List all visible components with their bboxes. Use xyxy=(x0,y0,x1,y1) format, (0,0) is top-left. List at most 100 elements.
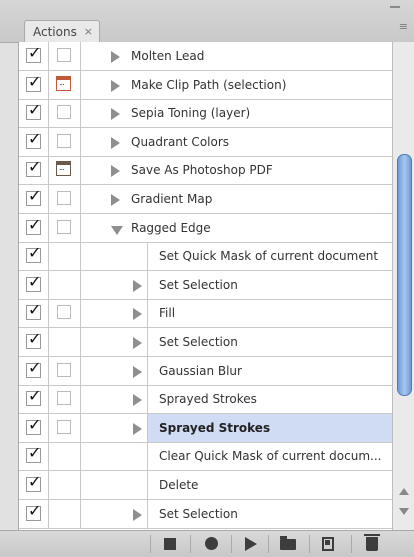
dialog-toggle-cell[interactable] xyxy=(49,413,81,442)
action-row[interactable]: ✓ Quadrant Colors xyxy=(19,127,393,157)
dialog-icon[interactable] xyxy=(56,75,71,91)
dialog-toggle-cell[interactable] xyxy=(49,99,81,128)
toggle-item-cell[interactable]: ✓ xyxy=(19,471,49,499)
toggle-item-cell[interactable]: ✓ xyxy=(19,442,49,471)
action-row[interactable]: ✓ Gaussian Blur xyxy=(19,356,393,386)
dialog-toggle-empty[interactable] xyxy=(57,105,71,120)
expand-triangle-icon[interactable] xyxy=(133,279,142,292)
toggle-checkbox[interactable]: ✓ xyxy=(26,473,41,492)
panel-menu-icon[interactable]: ≡ xyxy=(399,21,408,32)
tab-actions[interactable]: Actions × xyxy=(24,20,100,42)
toggle-checkbox[interactable]: ✓ xyxy=(26,244,41,264)
dialog-toggle-empty[interactable] xyxy=(57,362,71,377)
toggle-item-cell[interactable]: ✓ xyxy=(19,328,49,356)
actions-list[interactable]: ✓Molten Lead✓Make Clip Path (selection)✓… xyxy=(18,42,393,530)
dialog-toggle-empty[interactable] xyxy=(57,48,71,62)
dialog-toggle-empty[interactable] xyxy=(57,219,71,234)
expand-triangle-icon[interactable] xyxy=(111,79,120,92)
expand-triangle-icon[interactable] xyxy=(111,165,120,178)
action-row[interactable]: ✓ Set Selection xyxy=(19,499,393,529)
action-row[interactable]: ✓ Set Selection xyxy=(19,270,393,300)
collapse-triangle-icon[interactable] xyxy=(111,225,123,235)
dialog-toggle-cell[interactable] xyxy=(49,70,81,99)
dialog-toggle-cell[interactable] xyxy=(49,442,81,471)
toggle-item-cell[interactable]: ✓ xyxy=(19,242,49,271)
toggle-checkbox[interactable]: ✓ xyxy=(26,358,41,378)
toggle-checkbox[interactable]: ✓ xyxy=(26,101,41,121)
toggle-checkbox[interactable]: ✓ xyxy=(26,44,41,63)
dialog-toggle-cell[interactable] xyxy=(49,270,81,299)
dialog-toggle-cell[interactable] xyxy=(49,471,81,499)
dialog-toggle-cell[interactable] xyxy=(49,185,81,213)
toggle-item-cell[interactable]: ✓ xyxy=(19,213,49,242)
new-action-icon[interactable] xyxy=(322,537,334,551)
stop-icon[interactable] xyxy=(164,538,176,550)
scroll-up-icon[interactable] xyxy=(399,488,409,495)
dialog-icon[interactable] xyxy=(56,161,71,177)
minimize-icon[interactable] xyxy=(390,6,400,8)
action-row[interactable]: ✓ Set Quick Mask of current document xyxy=(19,242,393,272)
expand-triangle-icon[interactable] xyxy=(111,51,120,63)
scroll-down-icon[interactable] xyxy=(399,508,409,515)
dialog-toggle-empty[interactable] xyxy=(57,133,71,148)
toggle-item-cell[interactable]: ✓ xyxy=(19,185,49,213)
dialog-toggle-cell[interactable] xyxy=(49,127,81,156)
dialog-toggle-cell[interactable] xyxy=(49,328,81,356)
action-row-selected[interactable]: ✓ Sprayed Strokes xyxy=(19,413,393,443)
toggle-item-cell[interactable]: ✓ xyxy=(19,385,49,414)
dialog-toggle-cell[interactable] xyxy=(49,385,81,414)
toggle-item-cell[interactable]: ✓ xyxy=(19,299,49,328)
action-row[interactable]: ✓ Set Selection xyxy=(19,328,393,357)
toggle-checkbox[interactable]: ✓ xyxy=(26,187,41,206)
toggle-item-cell[interactable]: ✓ xyxy=(19,99,49,128)
dialog-toggle-cell[interactable] xyxy=(49,299,81,328)
expand-triangle-icon[interactable] xyxy=(133,394,142,407)
toggle-checkbox[interactable]: ✓ xyxy=(26,387,41,407)
dialog-toggle-empty[interactable] xyxy=(57,191,71,205)
delete-icon[interactable] xyxy=(364,534,380,551)
toggle-checkbox[interactable]: ✓ xyxy=(26,501,41,521)
dialog-toggle-cell[interactable] xyxy=(49,42,81,70)
action-row[interactable]: ✓ Clear Quick Mask of current docum... xyxy=(19,442,393,472)
toggle-checkbox[interactable]: ✓ xyxy=(26,444,41,464)
new-set-icon[interactable] xyxy=(280,536,296,550)
action-row[interactable]: ✓ Save As Photoshop PDF xyxy=(19,156,393,186)
expand-triangle-icon[interactable] xyxy=(111,194,120,206)
dialog-toggle-cell[interactable] xyxy=(49,156,81,185)
play-icon[interactable] xyxy=(245,537,257,551)
toggle-checkbox[interactable]: ✓ xyxy=(26,158,41,178)
expand-triangle-icon[interactable] xyxy=(133,337,142,349)
action-row[interactable]: ✓ Delete xyxy=(19,471,393,500)
expand-triangle-icon[interactable] xyxy=(111,136,120,149)
action-row[interactable]: ✓ Molten Lead xyxy=(19,42,393,71)
dialog-toggle-cell[interactable] xyxy=(49,242,81,271)
scroll-thumb[interactable] xyxy=(397,154,412,396)
expand-triangle-icon[interactable] xyxy=(133,308,142,321)
toggle-item-cell[interactable]: ✓ xyxy=(19,42,49,70)
action-row[interactable]: ✓ Fill xyxy=(19,299,393,329)
dialog-toggle-cell[interactable] xyxy=(49,213,81,242)
toggle-checkbox[interactable]: ✓ xyxy=(26,129,41,149)
toggle-item-cell[interactable]: ✓ xyxy=(19,156,49,185)
action-row[interactable]: ✓ Gradient Map xyxy=(19,185,393,214)
expand-triangle-icon[interactable] xyxy=(111,108,120,121)
close-icon[interactable]: × xyxy=(84,21,93,43)
toggle-item-cell[interactable]: ✓ xyxy=(19,413,49,442)
dialog-toggle-empty[interactable] xyxy=(57,419,71,434)
record-icon[interactable] xyxy=(205,537,218,550)
toggle-item-cell[interactable]: ✓ xyxy=(19,70,49,99)
action-row[interactable]: ✓ Sprayed Strokes xyxy=(19,385,393,415)
dialog-toggle-empty[interactable] xyxy=(57,391,71,406)
expand-triangle-icon[interactable] xyxy=(133,422,142,435)
toggle-checkbox[interactable]: ✓ xyxy=(26,330,41,349)
toggle-item-cell[interactable]: ✓ xyxy=(19,127,49,156)
scrollbar[interactable] xyxy=(392,42,414,530)
expand-triangle-icon[interactable] xyxy=(133,508,142,521)
toggle-item-cell[interactable]: ✓ xyxy=(19,499,49,528)
toggle-checkbox[interactable]: ✓ xyxy=(26,415,41,435)
toggle-checkbox[interactable]: ✓ xyxy=(26,272,41,292)
dialog-toggle-cell[interactable] xyxy=(49,499,81,528)
action-row[interactable]: ✓ Ragged Edge xyxy=(19,213,393,243)
toggle-item-cell[interactable]: ✓ xyxy=(19,270,49,299)
toggle-checkbox[interactable]: ✓ xyxy=(26,215,41,235)
